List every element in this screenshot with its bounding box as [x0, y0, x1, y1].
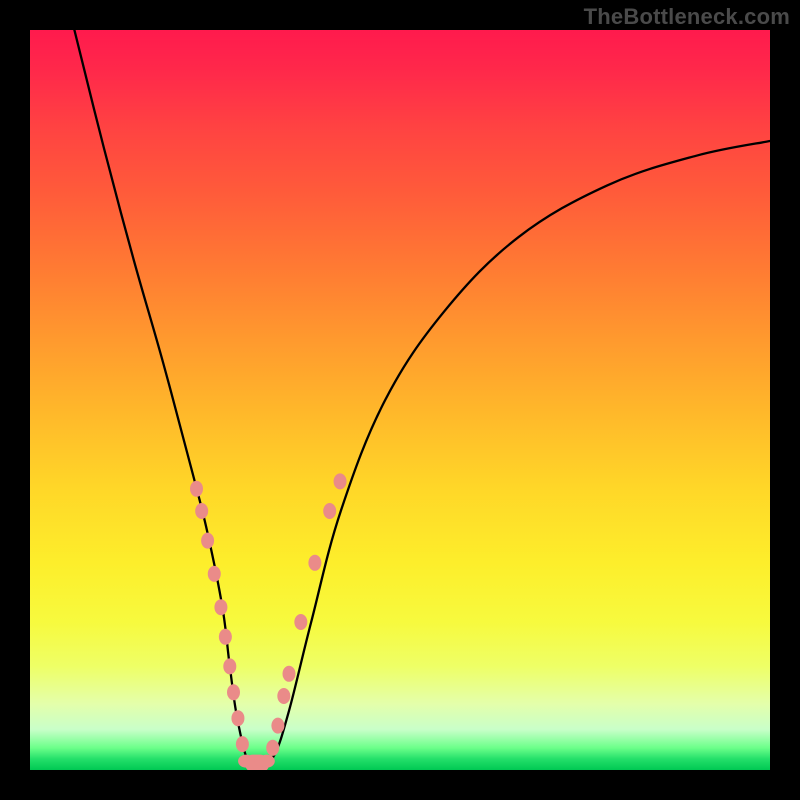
marker-group — [190, 473, 347, 770]
marker-right-4 — [294, 614, 307, 630]
marker-left-9 — [236, 736, 249, 752]
bottleneck-curve — [74, 30, 770, 768]
marker-left-2 — [201, 533, 214, 549]
marker-right-3 — [283, 666, 296, 682]
marker-left-1 — [195, 503, 208, 519]
chart-frame: TheBottleneck.com — [0, 0, 800, 800]
marker-right-6 — [323, 503, 336, 519]
plot-area — [30, 30, 770, 770]
chart-svg — [30, 30, 770, 770]
marker-left-5 — [219, 629, 232, 645]
marker-bottom-3 — [259, 755, 275, 768]
marker-right-2 — [277, 688, 290, 704]
marker-left-8 — [231, 710, 244, 726]
marker-left-7 — [227, 684, 240, 700]
marker-left-6 — [223, 658, 236, 674]
marker-right-7 — [334, 473, 347, 489]
marker-left-3 — [208, 566, 221, 582]
marker-right-0 — [266, 740, 279, 756]
marker-right-5 — [308, 555, 321, 571]
marker-left-0 — [190, 481, 203, 497]
marker-right-1 — [271, 718, 284, 734]
marker-left-4 — [214, 599, 227, 615]
watermark-text: TheBottleneck.com — [584, 4, 790, 30]
